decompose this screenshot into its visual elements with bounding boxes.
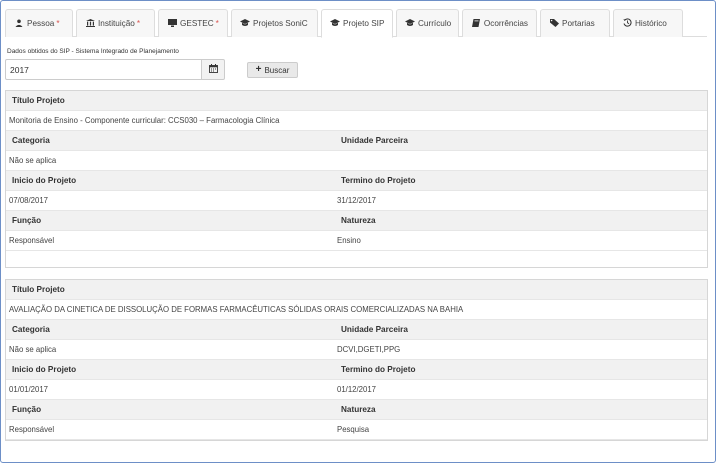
calendar-button[interactable] xyxy=(201,59,225,80)
tab-label: GESTEC xyxy=(180,19,214,28)
natureza-value: Ensino xyxy=(337,236,361,245)
termino-header: Termino do Projeto xyxy=(341,365,416,374)
funcao-value: Responsável xyxy=(9,236,55,245)
titulo-value: Monitoria de Ensino - Componente curricu… xyxy=(9,116,280,125)
sip-source-label: Dados obtidos do SIP - Sistema Integrado… xyxy=(7,48,179,55)
tab-label: Projetos SoniC xyxy=(253,19,308,28)
titulo-header: Título Projeto xyxy=(12,285,65,294)
project-card: Título Projeto Monitoria de Ensino - Com… xyxy=(5,90,708,268)
tags-icon xyxy=(549,18,559,29)
funcao-value-row: Responsável Pesquisa xyxy=(6,420,707,440)
buscar-button[interactable]: + Buscar xyxy=(247,62,298,78)
funcao-header: Função xyxy=(12,405,42,414)
inicio-value: 01/01/2017 xyxy=(9,385,49,394)
termino-header: Termino do Projeto xyxy=(341,176,416,185)
book-icon xyxy=(471,18,481,29)
funcao-header-row: Função Natureza xyxy=(6,211,707,231)
datas-value-row: 01/01/2017 01/12/2017 xyxy=(6,380,707,400)
categoria-header: Categoria xyxy=(12,136,50,145)
history-icon xyxy=(622,18,632,29)
termino-value: 01/12/2017 xyxy=(337,385,377,394)
tab-label: Projeto SIP xyxy=(343,19,385,28)
bank-icon xyxy=(85,18,95,29)
natureza-header: Natureza xyxy=(341,216,376,225)
title-value-row: Monitoria de Ensino - Componente curricu… xyxy=(6,111,707,131)
title-header-row: Título Projeto xyxy=(6,280,707,300)
title-value-row: AVALIAÇÃO DA CINETICA DE DISSOLUÇÃO DE F… xyxy=(6,300,707,320)
categoria-value: Não se aplica xyxy=(9,345,57,354)
categoria-value-row: Não se aplica DCVI,DGETI,PPG xyxy=(6,340,707,360)
titulo-header: Título Projeto xyxy=(12,96,65,105)
tab-projetos-sonic[interactable]: Projetos SoniC xyxy=(231,9,318,37)
categoria-value: Não se aplica xyxy=(9,156,57,165)
unidade-header: Unidade Parceira xyxy=(341,136,408,145)
natureza-value: Pesquisa xyxy=(337,425,370,434)
inicio-header: Inicio do Projeto xyxy=(12,176,77,185)
categoria-header-row: Categoria Unidade Parceira xyxy=(6,131,707,151)
graduation-cap-icon xyxy=(240,18,250,29)
funcao-value: Responsável xyxy=(9,425,55,434)
categoria-header: Categoria xyxy=(12,325,50,334)
tab-historico[interactable]: Histórico xyxy=(613,9,683,37)
inicio-value: 07/08/2017 xyxy=(9,196,49,205)
tab-label: Ocorrências xyxy=(483,19,528,28)
buscar-label: Buscar xyxy=(264,65,290,75)
unidade-header: Unidade Parceira xyxy=(341,325,408,334)
unidade-value: DCVI,DGETI,PPG xyxy=(337,345,401,354)
funcao-header: Função xyxy=(12,216,42,225)
page-frame: Pessoa * Instituição * GESTEC * Projetos… xyxy=(0,0,716,463)
tab-pessoa[interactable]: Pessoa * xyxy=(5,9,73,37)
calendar-icon xyxy=(208,64,218,75)
required-marker: * xyxy=(56,19,60,28)
datas-header-row: Inicio do Projeto Termino do Projeto xyxy=(6,360,707,380)
categoria-header-row: Categoria Unidade Parceira xyxy=(6,320,707,340)
termino-value: 31/12/2017 xyxy=(337,196,377,205)
tab-gestec[interactable]: GESTEC * xyxy=(158,9,228,37)
inicio-header: Inicio do Projeto xyxy=(12,365,77,374)
tab-ocorrencias[interactable]: Ocorrências xyxy=(462,9,537,37)
funcao-header-row: Função Natureza xyxy=(6,400,707,420)
monitor-icon xyxy=(167,18,177,29)
user-icon xyxy=(14,19,24,29)
plus-icon: + xyxy=(255,64,262,75)
title-header-row: Título Projeto xyxy=(6,91,707,111)
tab-curriculo[interactable]: Currículo xyxy=(396,9,459,37)
tab-label: Pessoa xyxy=(27,19,55,28)
project-card: Título Projeto AVALIAÇÃO DA CINETICA DE … xyxy=(5,279,708,441)
natureza-header: Natureza xyxy=(341,405,376,414)
funcao-value-row: Responsável Ensino xyxy=(6,231,707,251)
titulo-value: AVALIAÇÃO DA CINETICA DE DISSOLUÇÃO DE F… xyxy=(9,305,464,314)
categoria-value-row: Não se aplica xyxy=(6,151,707,171)
datas-header-row: Inicio do Projeto Termino do Projeto xyxy=(6,171,707,191)
graduation-cap-icon xyxy=(405,18,415,29)
tab-projeto-sip[interactable]: Projeto SIP xyxy=(321,9,393,38)
tab-instituicao[interactable]: Instituição * xyxy=(76,9,155,37)
datas-value-row: 07/08/2017 31/12/2017 xyxy=(6,191,707,211)
required-marker: * xyxy=(215,19,219,28)
tab-label: Currículo xyxy=(418,19,452,28)
required-marker: * xyxy=(136,19,141,28)
tab-bar: Pessoa * Instituição * GESTEC * Projetos… xyxy=(5,9,707,38)
tab-label: Histórico xyxy=(635,19,667,28)
year-input[interactable]: 2017 xyxy=(5,59,202,80)
tab-label: Instituição xyxy=(98,19,135,28)
tab-portarias[interactable]: Portarias xyxy=(540,9,610,37)
graduation-cap-icon xyxy=(330,18,340,29)
tab-label: Portarias xyxy=(562,19,595,28)
